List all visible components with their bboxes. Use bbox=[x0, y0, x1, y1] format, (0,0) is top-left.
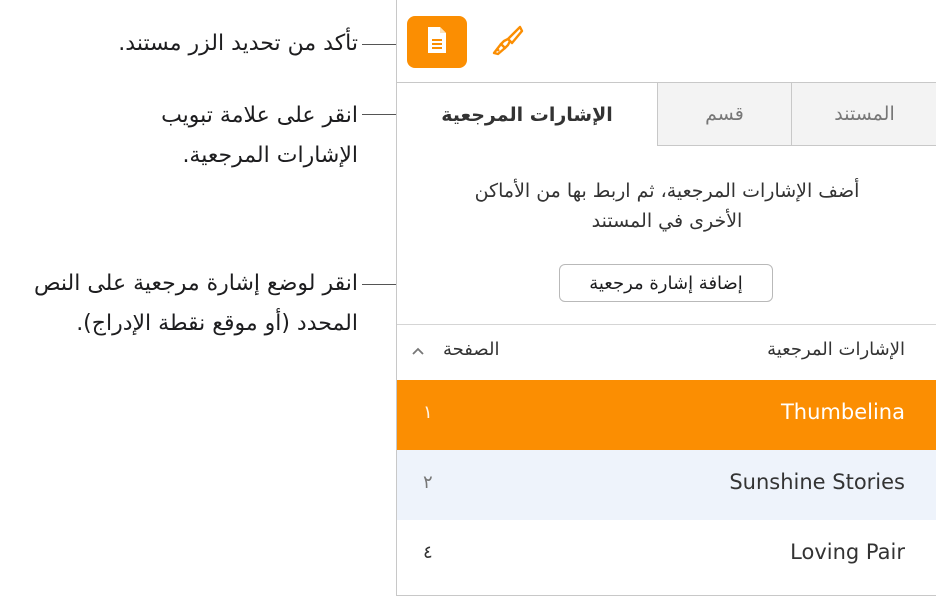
bookmark-name: Sunshine Stories bbox=[729, 470, 905, 494]
bookmarks-description-line2: الأخرى في المستند bbox=[591, 210, 743, 232]
add-bookmark-button-label: إضافة إشارة مرجعية bbox=[589, 272, 743, 294]
bookmarks-description-line1: أضف الإشارات المرجعية، ثم اربط بها من ال… bbox=[474, 180, 860, 202]
bookmark-name: Loving Pair bbox=[790, 540, 905, 564]
callout-bookmarks-tab: انقر على علامة تبويب الإشارات المرجعية. bbox=[161, 96, 358, 176]
bookmark-name: Thumbelina bbox=[780, 400, 905, 424]
column-header-bookmarks[interactable]: الإشارات المرجعية bbox=[767, 339, 905, 360]
bookmark-row[interactable]: Thumbelina ١ bbox=[397, 380, 936, 450]
callout-add-bookmark: انقر لوضع إشارة مرجعية على النص المحدد (… bbox=[34, 264, 358, 344]
callout-bookmarks-tab-line1: انقر على علامة تبويب bbox=[161, 103, 358, 128]
tab-bookmarks-label: الإشارات المرجعية bbox=[441, 103, 613, 126]
bookmark-page: ١ bbox=[423, 402, 433, 423]
inspector-tabs: الإشارات المرجعية قسم المستند bbox=[397, 82, 936, 146]
bookmark-row[interactable]: Loving Pair ٤ bbox=[397, 520, 936, 590]
add-bookmark-button[interactable]: إضافة إشارة مرجعية bbox=[559, 264, 773, 302]
column-header-page[interactable]: الصفحة bbox=[443, 339, 499, 360]
callout-add-bookmark-line2: المحدد (أو موقع نقطة الإدراج). bbox=[76, 311, 358, 336]
tab-bookmarks[interactable]: الإشارات المرجعية bbox=[397, 82, 657, 146]
tab-section[interactable]: قسم bbox=[657, 82, 791, 146]
callout-add-bookmark-line1: انقر لوضع إشارة مرجعية على النص bbox=[33, 271, 358, 296]
document-button[interactable] bbox=[407, 16, 467, 68]
tab-document[interactable]: المستند bbox=[791, 82, 936, 146]
bookmarks-description: أضف الإشارات المرجعية، ثم اربط بها من ال… bbox=[417, 176, 917, 236]
bookmark-row[interactable]: Sunshine Stories ٢ bbox=[397, 450, 936, 520]
inspector-toolbar bbox=[397, 0, 936, 82]
callout-document-button-text: تأكد من تحديد الزر مستند. bbox=[118, 31, 358, 56]
callout-bookmarks-tab-line2: الإشارات المرجعية. bbox=[182, 143, 358, 168]
tab-section-label: قسم bbox=[705, 103, 744, 125]
document-icon bbox=[426, 26, 448, 58]
paintbrush-icon bbox=[490, 23, 524, 61]
tab-document-label: المستند bbox=[834, 103, 895, 125]
chevron-up-icon[interactable] bbox=[411, 341, 425, 360]
bookmark-page: ٢ bbox=[423, 472, 433, 493]
bookmark-page: ٤ bbox=[423, 542, 433, 563]
inspector-panel: الإشارات المرجعية قسم المستند أضف الإشار… bbox=[396, 0, 936, 596]
callout-document-button: تأكد من تحديد الزر مستند. bbox=[118, 24, 358, 64]
format-button[interactable] bbox=[481, 16, 533, 68]
bookmarks-list-header: الإشارات المرجعية الصفحة bbox=[397, 324, 936, 380]
